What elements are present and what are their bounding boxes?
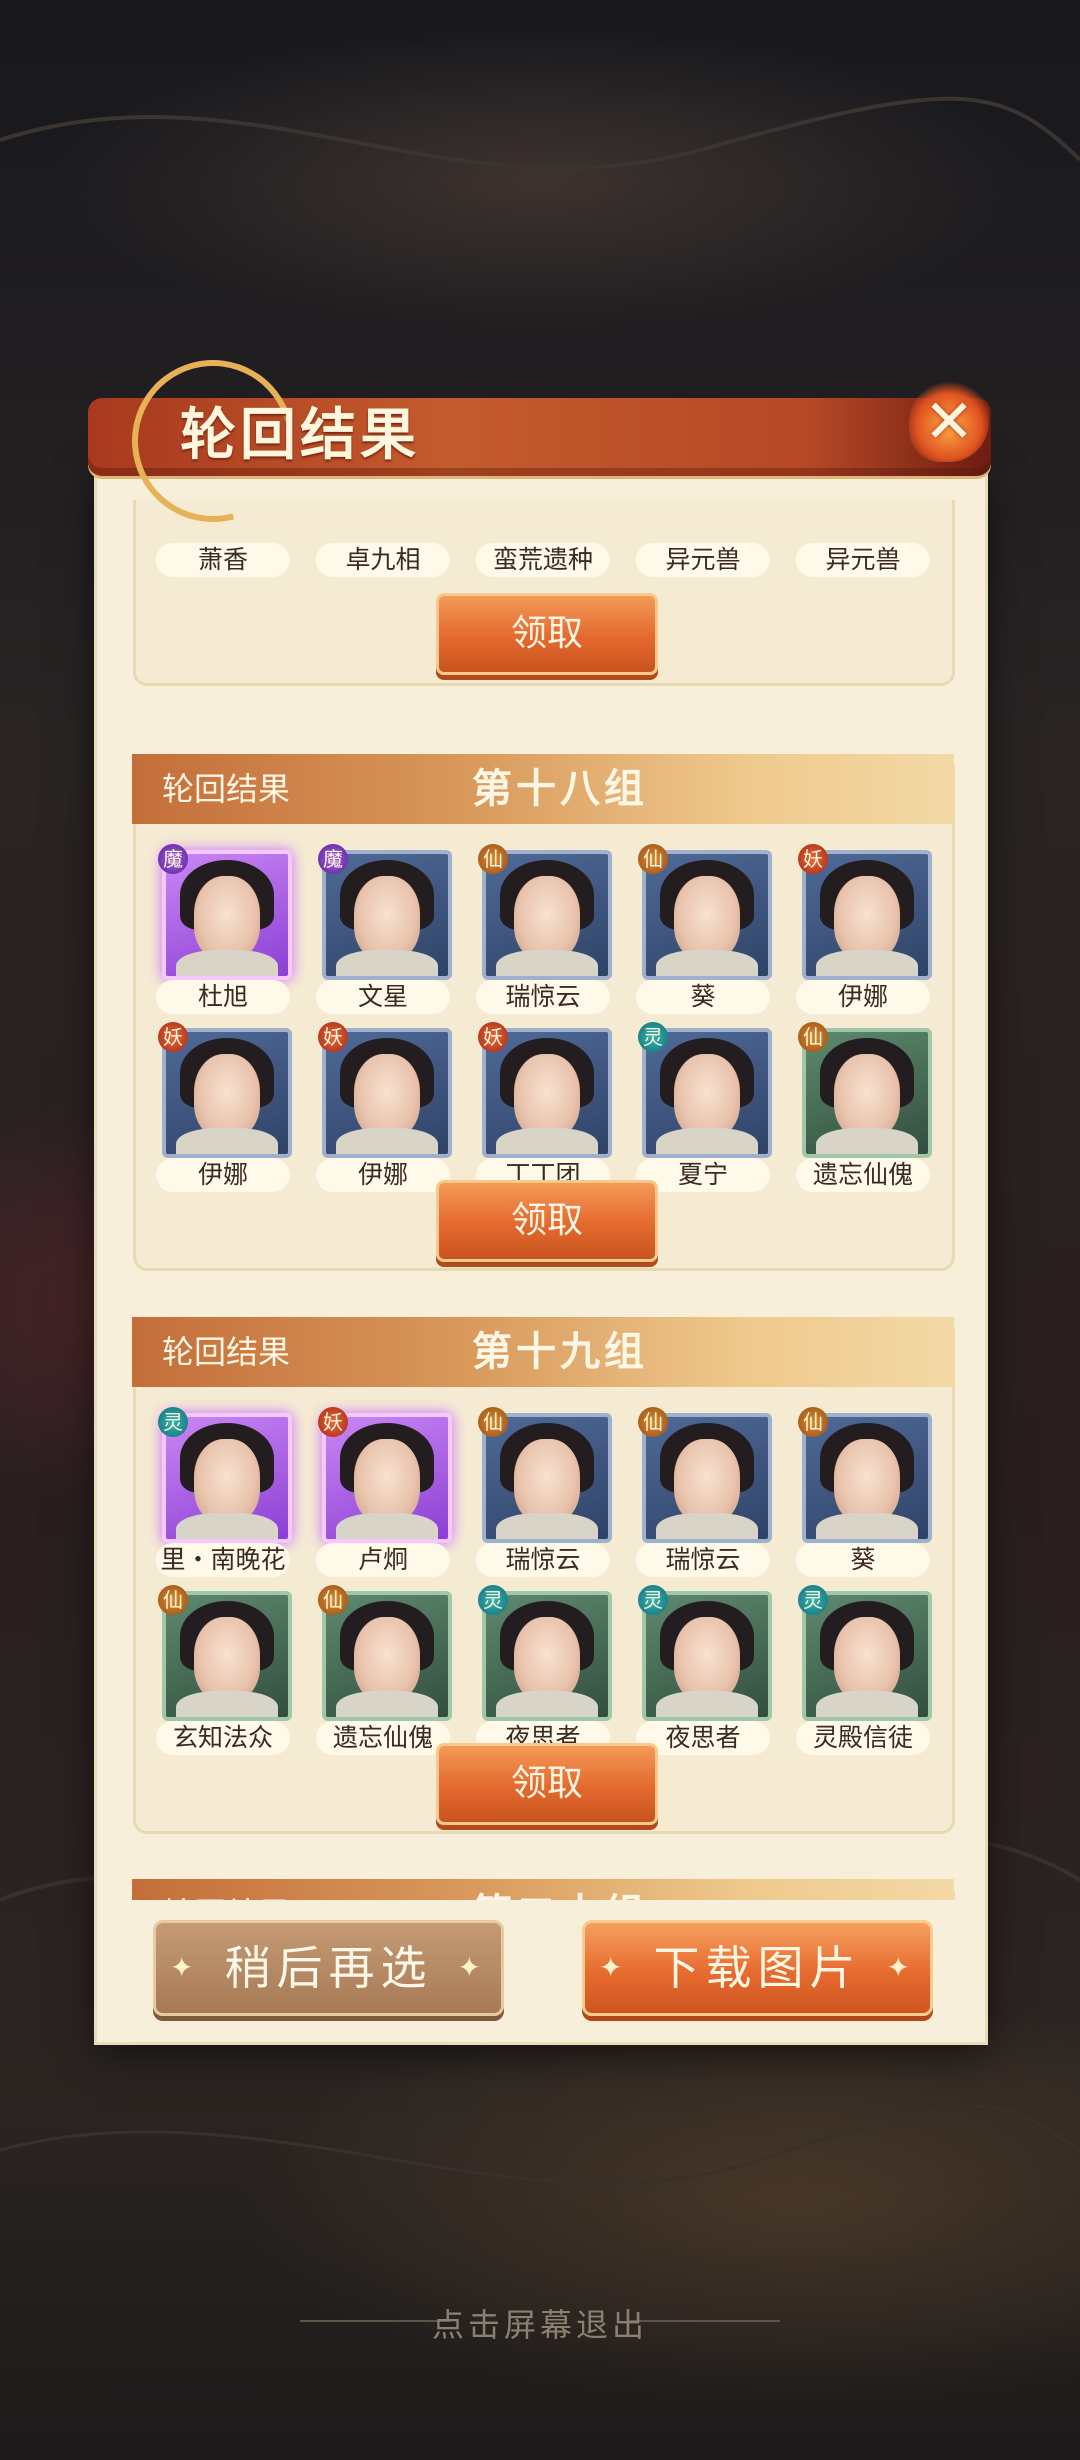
hero-name: 蛮荒遗种 — [476, 543, 610, 577]
faction-badge: 魔 — [318, 844, 348, 874]
result-group: 轮回结果 第十八组魔杜旭魔文星仙瑞惊云仙葵妖伊娜妖伊娜妖伊娜妖丁丁团灵夏宁仙遗忘仙… — [132, 754, 955, 1271]
faction-badge: 仙 — [638, 844, 668, 874]
hero-name: 卢炯 — [316, 1543, 450, 1577]
hero-name: 里・南晚花 — [156, 1543, 290, 1577]
hero-name: 玄知法众 — [156, 1721, 290, 1755]
faction-badge: 仙 — [798, 1407, 828, 1437]
tap-to-exit-hint[interactable]: 点击屏幕退出 — [0, 2300, 1080, 2346]
faction-badge: 妖 — [318, 1022, 348, 1052]
results-scroll-area[interactable]: 萧香 卓九相 蛮荒遗种 异元兽 异元兽 领取 轮回结果 第十八组魔杜旭魔文星仙瑞惊云仙葵妖伊娜… — [97, 500, 985, 1920]
hero-name: 瑞惊云 — [476, 1543, 610, 1577]
hero-name: 瑞惊云 — [476, 980, 610, 1014]
faction-badge: 仙 — [318, 1585, 348, 1615]
bottom-action-bar: ✦ 稍后再选 ✦ ✦ 下载图片 ✦ — [97, 1900, 985, 2042]
faction-badge: 灵 — [158, 1407, 188, 1437]
faction-badge: 妖 — [478, 1022, 508, 1052]
faction-badge: 灵 — [638, 1585, 668, 1615]
faction-badge: 仙 — [638, 1407, 668, 1437]
choose-later-button[interactable]: ✦ 稍后再选 ✦ — [153, 1920, 504, 2016]
download-image-button[interactable]: ✦ 下载图片 ✦ — [582, 1920, 933, 2016]
hero-name: 杜旭 — [156, 980, 290, 1014]
hero-name: 遗忘仙傀 — [316, 1721, 450, 1755]
diamond-icon: ✦ — [170, 1951, 200, 1984]
result-dialog: 萧香 卓九相 蛮荒遗种 异元兽 异元兽 领取 轮回结果 第十八组魔杜旭魔文星仙瑞惊云仙葵妖伊娜… — [97, 470, 985, 2042]
dialog-title: 轮回结果 — [180, 402, 420, 468]
group-header: 轮回结果 第十九组 — [132, 1317, 954, 1387]
hero-name: 异元兽 — [796, 543, 930, 577]
diamond-icon: ✦ — [599, 1951, 629, 1984]
hero-name: 异元兽 — [636, 543, 770, 577]
faction-badge: 灵 — [638, 1022, 668, 1052]
claim-button[interactable]: 领取 — [436, 1743, 658, 1825]
result-group: 萧香 卓九相 蛮荒遗种 异元兽 异元兽 领取 — [133, 500, 955, 686]
close-icon: ✕ — [923, 387, 975, 457]
hero-name: 文星 — [316, 980, 450, 1014]
diamond-icon: ✦ — [457, 1951, 487, 1984]
hero-name: 卓九相 — [316, 543, 450, 577]
faction-badge: 仙 — [158, 1585, 188, 1615]
group-number: 第十九组 — [472, 1328, 648, 1375]
faction-badge: 妖 — [158, 1022, 188, 1052]
diamond-icon: ✦ — [886, 1951, 916, 1984]
faction-badge: 灵 — [478, 1585, 508, 1615]
hero-name: 葵 — [636, 980, 770, 1014]
hero-name: 遗忘仙傀 — [796, 1158, 930, 1192]
group-header-label: 轮回结果 — [162, 770, 291, 808]
claim-button[interactable]: 领取 — [436, 1180, 658, 1262]
choose-later-label: 稍后再选 — [224, 1941, 433, 1995]
hero-name: 伊娜 — [156, 1158, 290, 1192]
hero-name: 灵殿信徒 — [796, 1721, 930, 1755]
faction-badge: 魔 — [158, 844, 188, 874]
faction-badge: 灵 — [798, 1585, 828, 1615]
hero-name: 萧香 — [156, 543, 290, 577]
result-group: 轮回结果 第十九组灵里・南晚花妖卢炯仙瑞惊云仙瑞惊云仙葵仙玄知法众仙遗忘仙傀灵夜思… — [132, 1317, 955, 1834]
group-header-label: 轮回结果 — [162, 1333, 291, 1371]
faction-badge: 仙 — [478, 1407, 508, 1437]
group-header: 轮回结果 第十八组 — [132, 754, 954, 824]
hero-name: 伊娜 — [796, 980, 930, 1014]
group-number: 第十八组 — [472, 765, 648, 812]
faction-badge: 妖 — [318, 1407, 348, 1437]
faction-badge: 仙 — [798, 1022, 828, 1052]
download-image-label: 下载图片 — [653, 1941, 862, 1995]
close-button[interactable]: ✕ — [905, 378, 993, 466]
hero-name: 伊娜 — [316, 1158, 450, 1192]
faction-badge: 仙 — [478, 844, 508, 874]
claim-button[interactable]: 领取 — [436, 593, 658, 675]
faction-badge: 妖 — [798, 844, 828, 874]
hero-name: 葵 — [796, 1543, 930, 1577]
hero-name: 瑞惊云 — [636, 1543, 770, 1577]
